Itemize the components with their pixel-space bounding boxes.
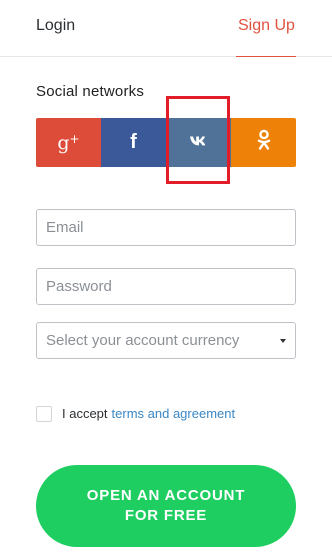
open-account-button-label: OPEN AN ACCOUNT FOR FREE (86, 487, 246, 524)
currency-select[interactable]: Select your account currency (36, 322, 296, 359)
terms-prefix-text: I accept (62, 406, 108, 421)
tab-login[interactable]: Login (36, 17, 75, 35)
vk-button[interactable] (166, 118, 231, 167)
terms-agreement-row: I accept terms and agreement (36, 405, 235, 422)
google-plus-icon: g+ (57, 131, 80, 154)
terms-link[interactable]: terms and agreement (112, 406, 236, 421)
email-field[interactable] (36, 209, 296, 246)
password-field[interactable] (36, 268, 296, 305)
tab-signup[interactable]: Sign Up (238, 17, 295, 35)
facebook-icon: f (130, 131, 137, 153)
google-plus-button[interactable]: g+ (36, 118, 101, 167)
open-account-button[interactable]: OPEN AN ACCOUNT FOR FREE (36, 465, 296, 547)
vk-icon (189, 134, 209, 152)
odnoklassniki-button[interactable] (231, 118, 296, 167)
social-buttons-row: g+ f (36, 118, 296, 167)
currency-select-placeholder: Select your account currency (46, 332, 240, 349)
chevron-down-icon (280, 338, 286, 343)
tab-signup-active-underline (236, 56, 296, 57)
terms-checkbox[interactable] (36, 405, 52, 422)
odnoklassniki-icon (256, 129, 272, 156)
social-networks-title: Social networks (36, 83, 145, 100)
facebook-button[interactable]: f (101, 118, 166, 167)
